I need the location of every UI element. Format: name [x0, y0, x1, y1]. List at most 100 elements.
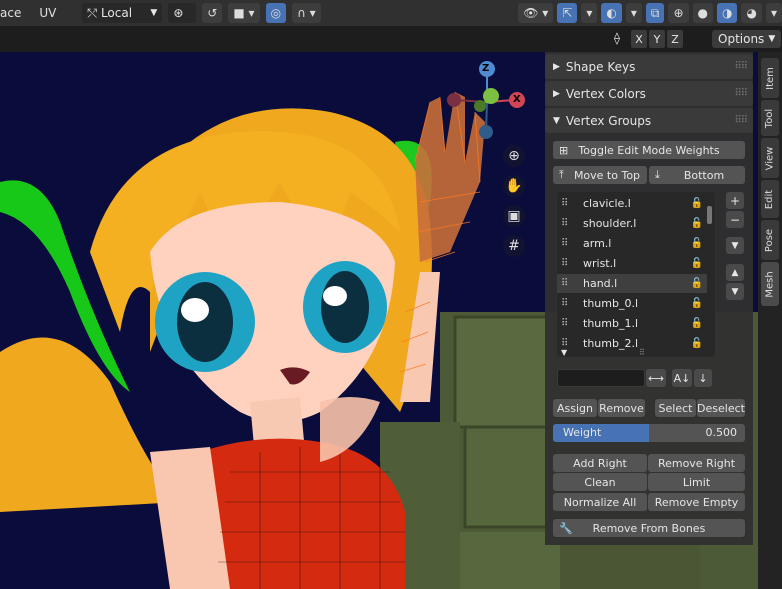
mirror-z-button[interactable]: Z — [667, 30, 683, 48]
options-dropdown[interactable]: Options ▼ — [712, 30, 782, 48]
uv-menu[interactable]: UV — [39, 6, 56, 20]
gizmo-toggle-icon[interactable]: ⇱ — [557, 3, 578, 23]
filter-exclude-icon[interactable]: ⟷ — [646, 369, 666, 387]
visibility-icon[interactable]: 👁 ▾ — [518, 3, 554, 23]
gizmo-dropdown-icon[interactable]: ▾ — [581, 3, 598, 23]
grid-perspective-icon[interactable]: # — [503, 235, 525, 257]
list-item[interactable]: ⠿ thumb_2.l 🔓 — [557, 334, 707, 353]
list-item[interactable]: ⠿ clavicle.l 🔓 — [557, 194, 707, 213]
normalize-all-button[interactable]: Normalize All — [553, 493, 647, 511]
shading-solid-icon[interactable]: ● — [692, 3, 713, 23]
lock-icon[interactable]: 🔓 — [691, 218, 703, 229]
shading-rendered-icon[interactable]: ◕ — [741, 3, 762, 23]
vertex-group-list[interactable]: ⠿ clavicle.l 🔓 ⠿ shoulder.l 🔓 ⠿ arm.l 🔓 ⠿ wrist… — [557, 192, 715, 357]
sidebar-tabs: Item Tool View Edit Pose Mesh — [758, 52, 782, 589]
specials-dropdown-icon[interactable]: ▼ — [726, 237, 744, 254]
move-down-icon[interactable]: ▼ — [726, 283, 744, 300]
proportional-editing-icon[interactable]: ◎ — [265, 3, 287, 23]
select-button[interactable]: Select — [655, 399, 696, 417]
lock-icon[interactable]: 🔓 — [691, 258, 703, 269]
snap-icon[interactable]: ↺ — [202, 3, 223, 23]
lock-icon[interactable]: 🔓 — [691, 198, 703, 209]
add-group-button[interactable]: + — [726, 192, 744, 209]
hand-pan-icon[interactable]: ✋ — [503, 175, 525, 197]
lock-icon[interactable]: 🔓 — [691, 278, 703, 289]
weights-icon: ⊞ — [559, 143, 569, 157]
mirror-icon[interactable]: ⟠ — [614, 31, 620, 45]
tab-view[interactable]: View — [761, 138, 779, 178]
tab-tool[interactable]: Tool — [761, 100, 779, 136]
overlays-dropdown-icon[interactable]: ▾ — [625, 3, 642, 23]
remove-right-button[interactable]: Remove Right — [648, 454, 745, 472]
move-up-icon[interactable]: ▲ — [726, 264, 744, 281]
filter-input[interactable] — [557, 369, 645, 387]
list-item-selected[interactable]: ⠿ hand.l 🔓 — [557, 274, 707, 293]
zoom-icon[interactable]: ⊕ — [503, 145, 525, 167]
snap-target-select[interactable]: ■ ▾ — [228, 3, 260, 23]
group-name: thumb_0.l — [583, 297, 639, 310]
remove-empty-button[interactable]: Remove Empty — [648, 493, 745, 511]
remove-button[interactable]: Remove — [598, 399, 645, 417]
pivot-icon: ⊛ — [173, 6, 184, 20]
shading-wireframe-icon[interactable]: ⊕ — [668, 3, 689, 23]
clean-button[interactable]: Clean — [553, 473, 647, 491]
remove-group-button[interactable]: − — [726, 211, 744, 228]
sort-alpha-icon[interactable]: A↓ — [672, 369, 692, 387]
bottom-label: Bottom — [683, 168, 725, 182]
drag-grip-icon[interactable]: ⠿⠿ — [734, 115, 748, 126]
tab-label: Edit — [764, 189, 776, 209]
vertex-colors-header[interactable]: ▶ Vertex Colors ⠿⠿ — [545, 81, 753, 106]
resize-grip-icon[interactable]: ⠿ — [639, 348, 645, 357]
drag-grip-icon[interactable]: ⠿⠿ — [734, 88, 748, 99]
bottom-button[interactable]: ⤓ Bottom — [649, 166, 745, 184]
tab-item[interactable]: Item — [761, 58, 779, 98]
lock-icon[interactable]: 🔓 — [691, 318, 703, 329]
gizmo-z-label[interactable]: Z — [482, 63, 489, 74]
drag-grip-icon[interactable]: ⠿⠿ — [734, 61, 748, 72]
limit-button[interactable]: Limit — [648, 473, 745, 491]
deselect-button[interactable]: Deselect — [697, 399, 745, 417]
camera-icon[interactable]: ▣ — [503, 205, 525, 227]
group-name: clavicle.l — [583, 197, 631, 210]
lock-icon[interactable]: 🔓 — [691, 238, 703, 249]
xray-toggle-icon[interactable]: ⧉ — [645, 3, 665, 23]
toggle-edit-mode-weights-button[interactable]: ⊞ Toggle Edit Mode Weights — [553, 141, 745, 159]
pivot-point-select[interactable]: ⊛ — [168, 3, 197, 23]
shape-keys-header[interactable]: ▶ Shape Keys ⠿⠿ — [545, 54, 753, 79]
falloff-icon[interactable]: ∩ ▾ — [292, 3, 321, 23]
move-to-top-button[interactable]: ⤒ Move to Top — [553, 166, 647, 184]
overlays-icon[interactable]: ◐ — [601, 3, 622, 23]
list-item[interactable]: ⠿ arm.l 🔓 — [557, 234, 707, 253]
chevron-down-icon: ▼ — [768, 34, 776, 44]
shading-material-icon[interactable]: ◑ — [717, 3, 738, 23]
remove-from-bones-button[interactable]: 🔧 Remove From Bones — [553, 519, 745, 537]
vertex-group-icon: ⠿ — [561, 318, 569, 329]
list-item[interactable]: ⠿ thumb_0.l 🔓 — [557, 294, 707, 313]
group-name: thumb_1.l — [583, 317, 639, 330]
expand-list-icon[interactable]: ▼ — [561, 348, 567, 357]
sort-reverse-icon[interactable]: ↓ — [694, 369, 712, 387]
group-name: thumb_2.l — [583, 337, 639, 350]
chevron-right-icon: ▶ — [553, 88, 560, 99]
shading-dropdown-icon[interactable]: ▾ — [765, 3, 782, 23]
tab-mesh[interactable]: Mesh — [761, 262, 779, 306]
mirror-y-button[interactable]: Y — [649, 30, 665, 48]
list-item[interactable]: ⠿ shoulder.l 🔓 — [557, 214, 707, 233]
mode-menu[interactable]: ace — [0, 6, 21, 20]
vertex-group-icon: ⠿ — [561, 218, 569, 229]
vertex-group-icon: ⠿ — [561, 198, 569, 209]
list-item[interactable]: ⠿ thumb_1.l 🔓 — [557, 314, 707, 333]
vertex-groups-header[interactable]: ▼ Vertex Groups ⠿⠿ — [545, 108, 753, 133]
tab-edit[interactable]: Edit — [761, 180, 779, 218]
lock-icon[interactable]: 🔓 — [691, 298, 703, 309]
gizmo-x-label[interactable]: X — [513, 94, 521, 105]
list-item[interactable]: ⠿ wrist.l 🔓 — [557, 254, 707, 273]
transform-orientation-select[interactable]: ⤲ Local ▼ — [82, 3, 163, 23]
assign-button[interactable]: Assign — [553, 399, 597, 417]
list-scrollbar[interactable] — [707, 206, 712, 224]
add-right-button[interactable]: Add Right — [553, 454, 647, 472]
mirror-x-button[interactable]: X — [631, 30, 647, 48]
tab-pose[interactable]: Pose — [761, 220, 779, 260]
lock-icon[interactable]: 🔓 — [691, 338, 703, 349]
weight-slider[interactable]: Weight 0.500 — [553, 424, 745, 442]
